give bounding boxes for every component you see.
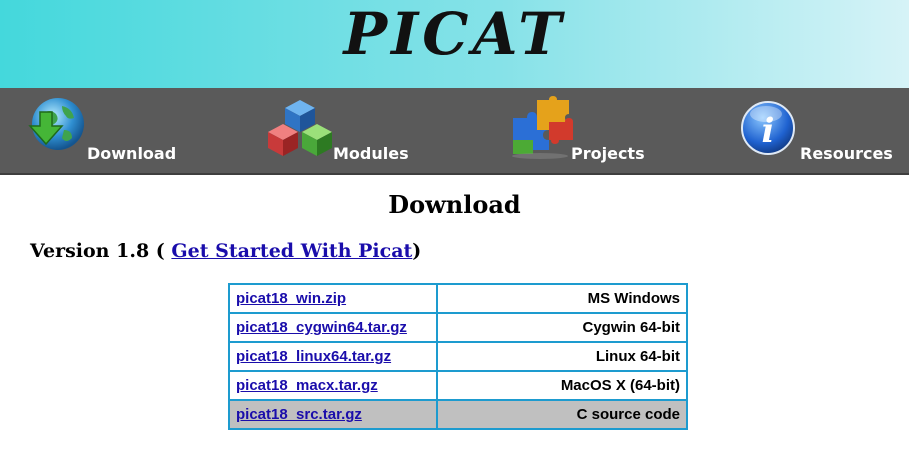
download-link-linux[interactable]: picat18_linux64.tar.gz [236,348,391,365]
platform-cell: C source code [436,399,688,430]
file-cell: picat18_src.tar.gz [228,399,438,430]
platform-cell: Cygwin 64-bit [436,312,688,343]
platform-cell: MS Windows [436,283,688,314]
download-link-win[interactable]: picat18_win.zip [236,290,346,307]
download-link-cygwin[interactable]: picat18_cygwin64.tar.gz [236,319,407,336]
download-link-mac[interactable]: picat18_macx.tar.gz [236,377,378,394]
globe-download-icon[interactable] [24,96,88,164]
cubes-icon[interactable] [265,98,335,164]
puzzle-icon[interactable] [505,96,575,164]
nav-item-download[interactable]: Download [20,88,190,173]
nav-label-modules: Modules [333,144,409,163]
platform-cell: MacOS X (64-bit) [436,370,688,401]
svg-text:i: i [762,111,775,151]
site-logo[interactable]: PICAT [0,2,909,66]
info-icon[interactable]: i [740,100,796,160]
table-row: picat18_linux64.tar.gz Linux 64-bit [228,341,688,372]
table-row: picat18_win.zip MS Windows [228,283,688,314]
file-cell: picat18_linux64.tar.gz [228,341,438,372]
table-row-highlighted: picat18_src.tar.gz C source code [228,399,688,430]
version-prefix: Version 1.8 ( [30,240,165,262]
get-started-link[interactable]: Get Started With Picat [171,240,412,262]
nav-label-projects: Projects [571,144,645,163]
table-row: picat18_macx.tar.gz MacOS X (64-bit) [228,370,688,401]
nav-item-modules[interactable]: Modules [265,88,425,173]
main-navbar: Download Modules Projects i Resources [0,88,909,175]
table-row: picat18_cygwin64.tar.gz Cygwin 64-bit [228,312,688,343]
downloads-table: picat18_win.zip MS Windows picat18_cygwi… [228,283,688,430]
file-cell: picat18_win.zip [228,283,438,314]
nav-item-projects[interactable]: Projects [505,88,665,173]
version-line: Version 1.8 ( Get Started With Picat) [30,240,421,262]
file-cell: picat18_cygwin64.tar.gz [228,312,438,343]
page-title: Download [388,190,521,219]
header-banner: PICAT [0,0,909,88]
nav-label-resources: Resources [800,144,893,163]
file-cell: picat18_macx.tar.gz [228,370,438,401]
version-suffix: ) [412,240,422,262]
download-link-src[interactable]: picat18_src.tar.gz [236,406,362,423]
nav-label-download: Download [87,144,177,163]
nav-item-resources[interactable]: i Resources [740,88,909,173]
platform-cell: Linux 64-bit [436,341,688,372]
